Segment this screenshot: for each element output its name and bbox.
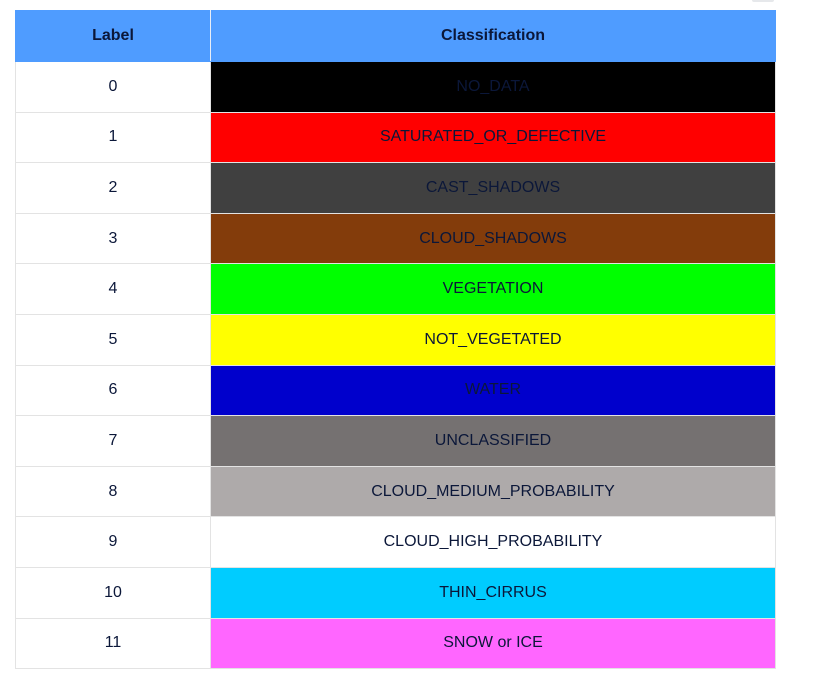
scene-classification-table: Label Classification 0 NO_DATA 1 SATURAT… bbox=[15, 10, 776, 670]
table-row: 7 UNCLASSIFIED bbox=[15, 415, 776, 467]
classification-cell: WATER bbox=[210, 364, 776, 417]
label-cell: 9 bbox=[15, 516, 211, 568]
classification-cell: NO_DATA bbox=[210, 61, 776, 113]
label-cell: 11 bbox=[15, 617, 211, 670]
classification-cell: UNCLASSIFIED bbox=[210, 415, 776, 467]
classification-cell: CLOUD_SHADOWS bbox=[210, 212, 776, 265]
classification-cell: VEGETATION bbox=[210, 263, 776, 315]
label-cell: 6 bbox=[15, 364, 211, 417]
table-row: 3 CLOUD_SHADOWS bbox=[15, 212, 776, 265]
label-cell: 3 bbox=[15, 212, 211, 265]
table-header-row: Label Classification bbox=[15, 10, 776, 62]
label-cell: 0 bbox=[15, 61, 211, 113]
classification-cell: CLOUD_HIGH_PROBABILITY bbox=[210, 516, 776, 568]
table-row: 0 NO_DATA bbox=[15, 61, 776, 113]
table-row: 8 CLOUD_MEDIUM_PROBABILITY bbox=[15, 465, 776, 518]
table-row: 9 CLOUD_HIGH_PROBABILITY bbox=[15, 516, 776, 568]
label-cell: 4 bbox=[15, 263, 211, 315]
column-header-classification: Classification bbox=[210, 10, 776, 62]
label-cell: 1 bbox=[15, 111, 211, 164]
classification-cell: NOT_VEGETATED bbox=[210, 313, 776, 366]
classification-cell: CLOUD_MEDIUM_PROBABILITY bbox=[210, 465, 776, 518]
table-row: 6 WATER bbox=[15, 364, 776, 417]
scrollbar-hint bbox=[752, 0, 774, 2]
label-cell: 5 bbox=[15, 313, 211, 366]
classification-cell: CAST_SHADOWS bbox=[210, 162, 776, 214]
table-row: 4 VEGETATION bbox=[15, 263, 776, 315]
label-cell: 8 bbox=[15, 465, 211, 518]
table-row: 11 SNOW or ICE bbox=[15, 617, 776, 670]
table-row: 10 THIN_CIRRUS bbox=[15, 566, 776, 619]
classification-cell: SNOW or ICE bbox=[210, 617, 776, 670]
classification-cell: THIN_CIRRUS bbox=[210, 566, 776, 619]
label-cell: 2 bbox=[15, 162, 211, 214]
label-cell: 10 bbox=[15, 566, 211, 619]
classification-cell: SATURATED_OR_DEFECTIVE bbox=[210, 111, 776, 164]
column-header-label: Label bbox=[15, 10, 211, 62]
table-row: 1 SATURATED_OR_DEFECTIVE bbox=[15, 111, 776, 164]
table-row: 5 NOT_VEGETATED bbox=[15, 313, 776, 366]
table-row: 2 CAST_SHADOWS bbox=[15, 162, 776, 214]
label-cell: 7 bbox=[15, 415, 211, 467]
